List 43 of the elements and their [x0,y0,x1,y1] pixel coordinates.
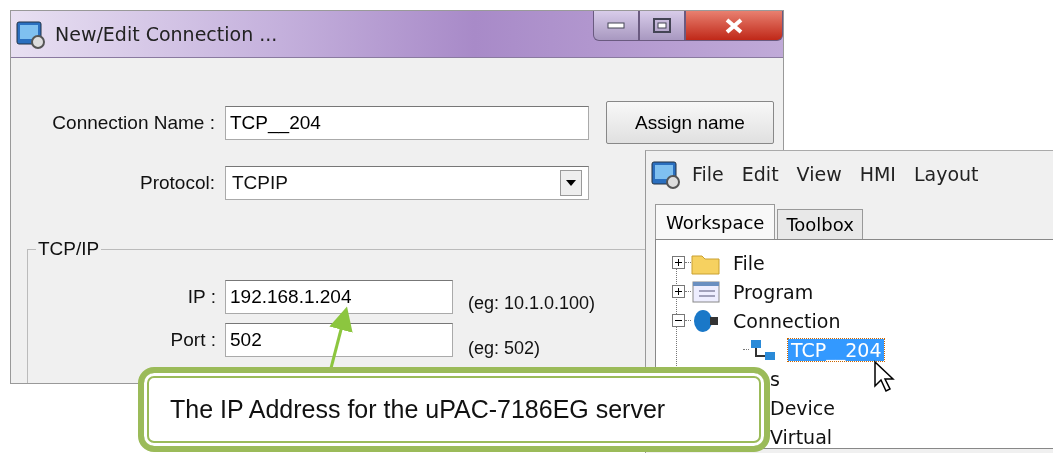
tree-item[interactable]: File [730,251,768,274]
plus-minus-icon [674,287,683,296]
menu-item[interactable]: HMI [859,163,896,185]
tree-item[interactable]: Virtual [767,425,836,448]
list-window-icon [691,279,721,304]
tree-item[interactable]: Program [730,280,817,303]
expander-box[interactable] [672,314,685,327]
callout-text: The IP Address for the uPAC-7186EG server [170,395,666,424]
tree-item[interactable]: Connection [730,309,844,332]
maximize-button[interactable] [639,11,685,41]
minimize-button[interactable] [593,11,639,41]
field-label: Port : [169,329,216,351]
hint-text: (eg: 502) [468,338,541,359]
minimize-icon [607,21,625,30]
monitor-gear-icon [650,159,680,189]
hint-text: (eg: 10.1.0.100) [468,293,596,314]
group-title: TCP/IP [37,238,101,260]
field-label: IP : [186,286,216,308]
menu-item[interactable]: Layout [914,163,979,185]
maximize-icon [653,17,671,34]
plus-minus-icon [674,258,683,267]
menu-item[interactable]: View [796,163,842,185]
window-title: New/Edit Connection ... [55,23,278,45]
menu-item[interactable]: File [692,163,724,185]
tree-item[interactable]: Device [767,396,838,419]
assign-name-button[interactable]: Assign name [606,101,774,144]
field-label: Connection Name : [51,111,215,134]
expander-box[interactable] [672,285,685,298]
port-field[interactable]: 502 [225,323,453,357]
cylinder-icon [691,308,721,333]
mouse-pointer-icon [873,360,897,394]
monitor-gear-icon [15,19,45,49]
close-icon [725,17,743,34]
tab[interactable]: Workspace [655,204,776,239]
protocol-dropdown[interactable]: TCPIP [225,166,589,200]
tab[interactable]: Toolbox [777,209,863,239]
tree-item[interactable]: s [767,367,783,390]
menu-item[interactable]: Edit [741,163,779,185]
connection-name-field[interactable]: TCP__204 [225,105,589,140]
field-label: Protocol: [139,172,215,194]
close-button[interactable] [685,11,783,41]
expander-box[interactable] [672,256,685,269]
ip-field[interactable]: 192.168.1.204 [225,280,453,314]
